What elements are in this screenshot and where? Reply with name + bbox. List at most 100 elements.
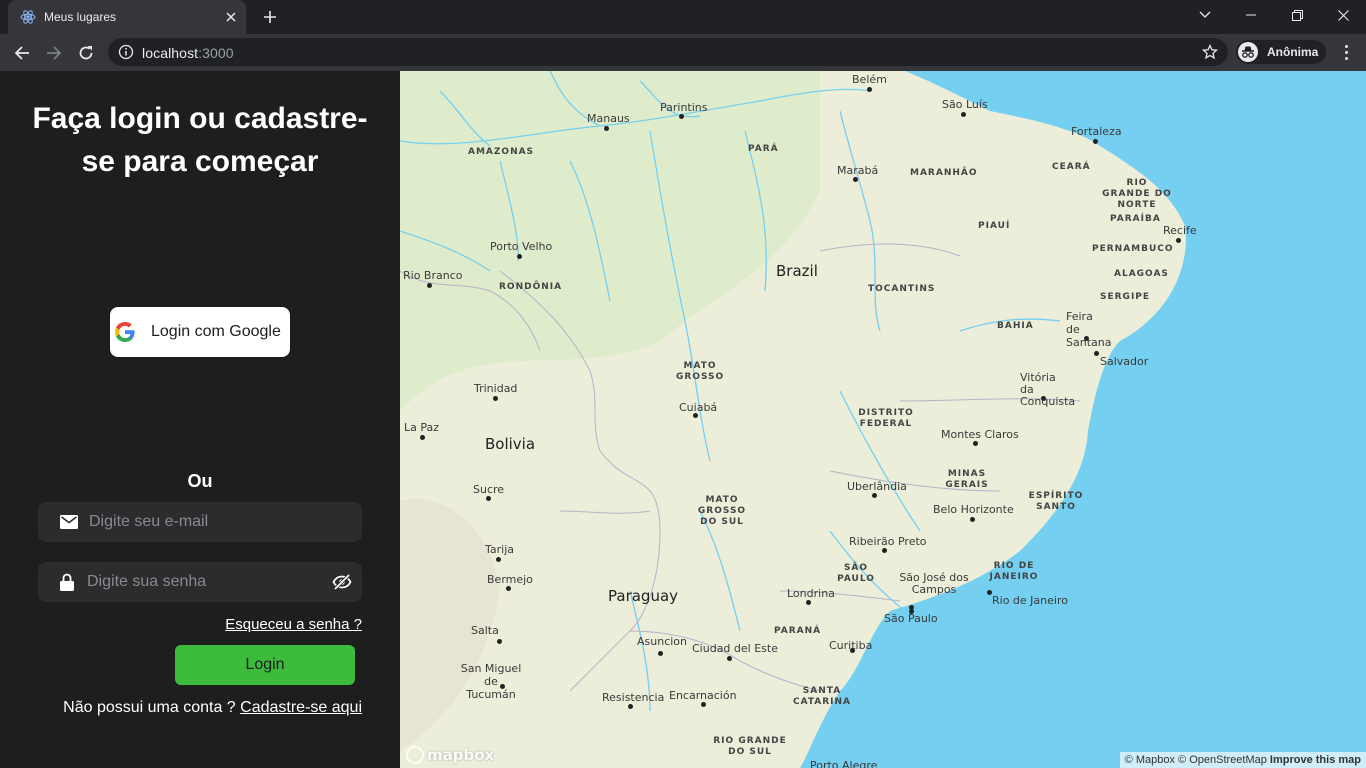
- map-label-city: Feira de Santana: [1066, 310, 1112, 349]
- profile-button[interactable]: Anônima: [1236, 40, 1326, 64]
- map-label-country: Bolivia: [485, 435, 536, 453]
- map-label-state: PARAÍBA: [1110, 214, 1161, 224]
- map-label-state: SANTA CATARINA: [792, 686, 852, 707]
- minimize-icon[interactable]: [1228, 0, 1274, 30]
- envelope-icon: [60, 515, 78, 529]
- address-bar[interactable]: localhost:3000: [108, 38, 1228, 66]
- map-label-city: La Paz: [404, 421, 440, 434]
- map-label-state: RIO DE JANEIRO: [989, 561, 1039, 582]
- map-view[interactable]: Brazil Bolivia Paraguay AMAZONAS PARÁ MA…: [400, 71, 1366, 768]
- map-label-city: San Miguel de Tucumán: [460, 662, 522, 701]
- map-label-city: Salta: [471, 624, 499, 637]
- map-label-city: São José dos Campos: [899, 571, 969, 596]
- map-label-state: RONDÔNIA: [499, 282, 563, 292]
- email-field: [38, 502, 362, 542]
- tab-search-icon[interactable]: [1182, 0, 1228, 30]
- map-label-state: DISTRITO FEDERAL: [858, 408, 914, 429]
- map-label-country: Paraguay: [608, 587, 679, 605]
- reload-icon[interactable]: [72, 39, 100, 67]
- forgot-password-link[interactable]: Esqueceu a senha ?: [225, 616, 362, 633]
- tab-title: Meus lugares: [44, 10, 117, 24]
- map-label-city: Londrina: [787, 587, 835, 600]
- info-icon[interactable]: [118, 44, 134, 60]
- mapbox-logo-icon: [406, 746, 424, 764]
- map-label-city: São Luís: [942, 98, 988, 111]
- password-input[interactable]: [87, 562, 317, 602]
- browser-tabbar: Meus lugares: [0, 0, 1366, 34]
- bookmark-star-icon[interactable]: [1202, 44, 1218, 60]
- map-label-state: RIO GRANDE DO NORTE: [1102, 178, 1172, 210]
- map-label-state: MATO GROSSO DO SUL: [697, 495, 747, 527]
- map-label-state: CEARÁ: [1052, 162, 1091, 172]
- close-tab-icon[interactable]: [222, 8, 240, 26]
- attribution-mapbox-link[interactable]: © Mapbox: [1125, 754, 1175, 766]
- profile-label: Anônima: [1267, 45, 1319, 59]
- map-label-city: Porto Velho: [490, 240, 553, 253]
- map-label-city: São Paulo: [884, 612, 938, 625]
- map-label-state: SÃO PAULO: [837, 563, 875, 584]
- map-label-state: MATO GROSSO: [676, 361, 725, 382]
- forward-icon[interactable]: [40, 39, 68, 67]
- page-title: Faça login ou cadastre-se para começar: [32, 102, 368, 178]
- restore-icon[interactable]: [1274, 0, 1320, 30]
- map-label-city: Ciudad del Este: [692, 642, 778, 655]
- lock-icon: [60, 573, 74, 591]
- incognito-icon: [1238, 42, 1258, 62]
- map-label-city: Parintins: [660, 101, 708, 114]
- browser-menu-icon[interactable]: [1336, 40, 1356, 64]
- map-label-city: Manaus: [587, 112, 630, 125]
- map-label-state: MINAS GERAIS: [945, 469, 989, 490]
- map-label-city: Encarnación: [669, 689, 737, 702]
- map-label-state: ALAGOAS: [1114, 269, 1169, 279]
- map-label-state: AMAZONAS: [468, 147, 535, 157]
- map-label-city: Asuncion: [637, 635, 688, 648]
- map-label-state: PIAUÍ: [978, 221, 1011, 231]
- map-label-state: MARANHÃO: [910, 168, 978, 178]
- map-label-city: Sucre: [473, 483, 505, 496]
- url-text: localhost:3000: [142, 45, 234, 61]
- url-host: localhost: [142, 45, 199, 61]
- map-label-city: Rio Branco: [403, 269, 463, 282]
- map-label-city: Bermejo: [487, 573, 533, 586]
- mapbox-logo[interactable]: mapbox: [406, 746, 494, 764]
- eye-off-icon[interactable]: [332, 572, 352, 592]
- improve-map-link[interactable]: Improve this map: [1270, 754, 1361, 766]
- email-input[interactable]: [89, 502, 349, 542]
- map-label-state: TOCANTINS: [868, 284, 936, 294]
- map-label-city: Uberlândia: [847, 480, 907, 493]
- map-label-city: Tarija: [485, 543, 515, 556]
- map-label-city: Resistencia: [602, 691, 665, 704]
- map-label-state: SERGIPE: [1100, 292, 1151, 302]
- map-label-city: Marabá: [837, 164, 879, 177]
- browser-tab[interactable]: Meus lugares: [8, 0, 246, 34]
- signup-link[interactable]: Cadastre-se aqui: [240, 699, 362, 716]
- map-label-city: Ribeirão Preto: [849, 535, 927, 548]
- google-login-button[interactable]: Login com Google: [110, 307, 290, 357]
- map-label-city: Vitória da Conquista: [1020, 371, 1076, 408]
- map-label-city: Montes Claros: [941, 428, 1019, 441]
- back-icon[interactable]: [8, 39, 36, 67]
- password-field: [38, 562, 362, 602]
- login-button[interactable]: Login: [175, 645, 355, 685]
- close-window-icon[interactable]: [1320, 0, 1366, 30]
- attribution-osm-link[interactable]: © OpenStreetMap: [1178, 754, 1267, 766]
- mapbox-logo-text: mapbox: [427, 746, 495, 764]
- map-label-country: Brazil: [776, 262, 818, 280]
- no-account-text: Não possui uma conta ?: [63, 699, 236, 716]
- login-panel: Faça login ou cadastre-se para começar L…: [0, 71, 400, 768]
- map-label-city: Cuiabá: [679, 401, 718, 414]
- map-label-city: Porto Alegre: [810, 759, 878, 768]
- map-label-city: Belo Horizonte: [933, 503, 1014, 516]
- react-icon: [20, 10, 36, 24]
- map-attribution: © Mapbox © OpenStreetMap Improve this ma…: [1119, 752, 1366, 768]
- map-label-city: Fortaleza: [1071, 125, 1122, 138]
- google-login-label: Login com Google: [151, 323, 281, 340]
- map-label-city: Recife: [1163, 224, 1197, 237]
- map-label-city: Trinidad: [474, 382, 518, 395]
- map-label-state: ESPÍRITO SANTO: [1028, 491, 1084, 512]
- or-divider: Ou: [187, 471, 213, 491]
- new-tab-icon[interactable]: [258, 6, 282, 28]
- map-label-city: Curitiba: [829, 639, 873, 652]
- map-label-city: Rio de Janeiro: [992, 594, 1068, 607]
- signup-prompt: Não possui uma conta ? Cadastre-se aqui: [63, 699, 362, 717]
